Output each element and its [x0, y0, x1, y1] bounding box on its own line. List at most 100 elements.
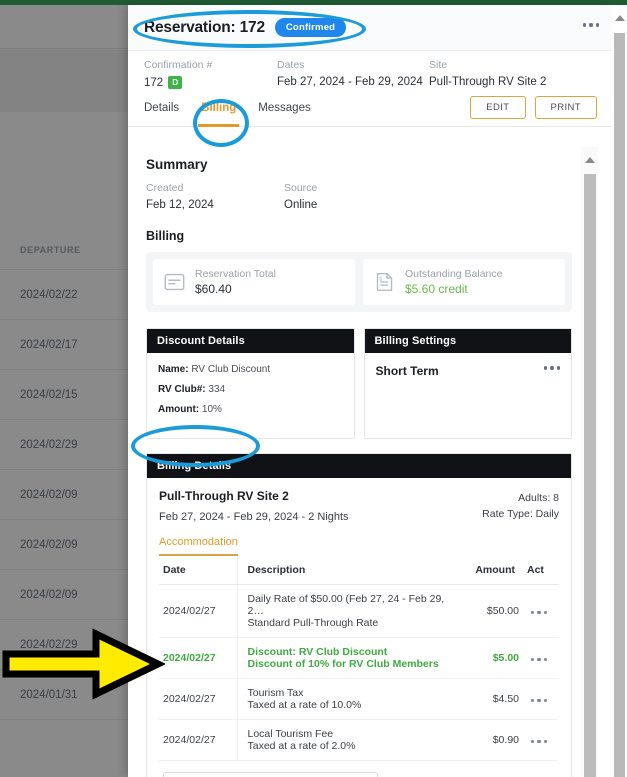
table-header-row: Date Description Amount Act: [159, 556, 559, 585]
tab-details[interactable]: Details: [144, 89, 179, 127]
tab-messages[interactable]: Messages: [258, 89, 310, 127]
background-table-row[interactable]: 2024/02/22: [0, 270, 135, 320]
billing-settings-panel: Billing Settings Short Term: [363, 328, 572, 439]
meta-confirmation: Confirmation # 172 D: [144, 59, 277, 90]
tab-accommodation[interactable]: Accommodation: [159, 536, 238, 556]
page-scrollbar[interactable]: [612, 5, 627, 777]
row-date: 2024/02/27: [159, 637, 237, 679]
row-actions[interactable]: [519, 584, 559, 638]
table-row[interactable]: 2024/02/27 Discount: RV Club Discount Di…: [159, 637, 559, 679]
row-more-options-icon[interactable]: [530, 739, 548, 743]
discount-details-panel: Discount Details Name: RV Club Discount …: [146, 328, 355, 439]
row-description-line1: Daily Rate of $50.00 (Feb 27, 24 - Feb 2…: [247, 593, 445, 617]
page-title: Reservation: 172: [144, 18, 265, 36]
background-table-row[interactable]: 2024/02/09: [0, 570, 135, 620]
row-more-options-icon[interactable]: [530, 610, 548, 614]
billing-summary-cards: Reservation Total $60.40 $ Outstanding B…: [146, 252, 572, 312]
billing-details-panel: Billing Details Pull-Through RV Site 2 F…: [146, 453, 572, 777]
table-row[interactable]: 2024/02/27 Daily Rate of $50.00 (Feb 27,…: [159, 584, 559, 638]
row-more-options-icon[interactable]: [530, 657, 548, 661]
table-row[interactable]: 2024/02/27 Tourism Tax Taxed at a rate o…: [159, 678, 559, 720]
outstanding-balance-label: Outstanding Balance: [405, 268, 503, 280]
status-badge: Confirmed: [274, 18, 347, 37]
meta-site-value: Pull-Through RV Site 2: [429, 76, 547, 88]
page-scrollbar-thumb[interactable]: [614, 33, 625, 777]
tab-billing[interactable]: Billing: [198, 89, 240, 127]
outstanding-balance-card: $ Outstanding Balance $5.60 credit: [363, 259, 565, 305]
billing-settings-more-options-icon[interactable]: [543, 366, 560, 370]
billing-details-heading: Billing Details: [147, 454, 571, 478]
row-description-line1: Local Tourism Fee: [247, 728, 334, 740]
screenshot-root: DEPARTURE 2024/02/22 2024/02/17 2024/02/…: [0, 0, 627, 777]
row-more-options-icon[interactable]: [530, 698, 548, 702]
table-row[interactable]: 2024/02/27 Local Tourism Fee Taxed at a …: [159, 719, 559, 761]
add-charge-credit-select[interactable]: Add Charge/Credit ▾: [163, 772, 378, 777]
row-description: Tourism Tax Taxed at a rate of 10.0%: [236, 678, 457, 720]
column-header-amount: Amount: [457, 556, 519, 585]
reservation-detail-modal: Reservation: 172 Confirmed Confirmation …: [128, 5, 613, 777]
print-button[interactable]: PRINT: [534, 96, 597, 120]
row-amount: $4.50: [457, 678, 519, 720]
row-date: 2024/02/27: [159, 584, 237, 638]
discount-amount-row: Amount: 10%: [158, 404, 343, 415]
summary-source-label: Source: [284, 182, 318, 194]
summary-created-value: Feb 12, 2024: [146, 199, 214, 211]
reservation-total-card: Reservation Total $60.40: [153, 259, 355, 305]
outstanding-balance-value: $5.60 credit: [405, 282, 468, 296]
confirmation-number: 172: [144, 76, 164, 89]
background-table-row[interactable]: 2024/02/09: [0, 470, 135, 520]
scroll-up-arrow-icon[interactable]: [584, 149, 596, 171]
billing-rate-type: Rate Type: Daily: [482, 508, 559, 521]
meta-site: Site Pull-Through RV Site 2: [429, 59, 597, 89]
page-scroll-up-arrow-icon[interactable]: [614, 7, 625, 29]
background-table-row[interactable]: 2024/02/29: [0, 420, 135, 470]
edit-button[interactable]: EDIT: [470, 96, 526, 120]
summary-created-label: Created: [146, 182, 184, 194]
background-table-row[interactable]: 2024/02/09: [0, 520, 135, 570]
row-description-line2: Standard Pull-Through Rate: [247, 617, 379, 629]
background-table-row[interactable]: 2024/02/15: [0, 370, 135, 420]
modal-scroll-content: Summary Created Feb 12, 2024 Source Onli…: [128, 145, 613, 777]
row-amount: $0.90: [457, 719, 519, 761]
row-description-line2: Taxed at a rate of 10.0%: [247, 699, 362, 711]
modal-more-options-icon[interactable]: [582, 23, 599, 27]
row-description-line1: Tourism Tax: [247, 687, 304, 699]
background-toolbar-block: [0, 50, 135, 112]
row-actions[interactable]: [519, 678, 559, 720]
billing-table-footer: Add Charge/Credit ▾ Order Total $50.40: [159, 761, 559, 777]
row-actions[interactable]: [519, 719, 559, 761]
row-date: 2024/02/27: [159, 678, 237, 720]
discount-club-value: 334: [208, 384, 226, 395]
row-description: Discount: RV Club Discount Discount of 1…: [236, 637, 457, 679]
column-header-act: Act: [519, 556, 559, 585]
scrollbar-thumb[interactable]: [584, 174, 596, 777]
discount-name-value: RV Club Discount: [191, 364, 271, 375]
modal-content-scrollbar[interactable]: [581, 147, 598, 777]
discount-details-heading: Discount Details: [147, 329, 354, 353]
row-description: Daily Rate of $50.00 (Feb 27, 24 - Feb 2…: [236, 584, 457, 638]
meta-dates-label: Dates: [277, 59, 305, 71]
billing-site-dates: Feb 27, 2024 - Feb 29, 2024 - 2 Nights: [159, 511, 349, 523]
row-amount: $50.00: [457, 584, 519, 638]
svg-text:$: $: [379, 276, 382, 282]
background-column-header-departure: DEPARTURE: [0, 230, 135, 270]
background-filters-block: [0, 113, 135, 230]
column-header-description: Description: [236, 556, 457, 585]
discount-amount-value: 10%: [201, 404, 222, 415]
deposit-badge: D: [168, 76, 183, 90]
reservation-total-label: Reservation Total: [195, 268, 276, 280]
billing-settings-heading: Billing Settings: [364, 329, 571, 353]
reservation-meta-bar: Confirmation # 172 D Dates Feb 27, 2024 …: [128, 50, 613, 90]
billing-term-value: Short Term: [375, 364, 439, 378]
background-header-block: [0, 5, 135, 49]
background-table-row[interactable]: 2024/02/17: [0, 320, 135, 370]
summary-heading: Summary: [146, 157, 208, 172]
row-description-line1: Discount: RV Club Discount: [247, 646, 388, 658]
row-actions[interactable]: [519, 637, 559, 679]
row-amount: $5.00: [457, 637, 519, 679]
billing-site-name: Pull-Through RV Site 2: [159, 489, 289, 503]
row-description: Local Tourism Fee Taxed at a rate of 2.0…: [236, 719, 457, 761]
discount-amount-label: Amount:: [158, 404, 200, 415]
summary-created: Created Feb 12, 2024: [146, 182, 284, 211]
billing-adults: Adults: 8: [518, 492, 559, 504]
